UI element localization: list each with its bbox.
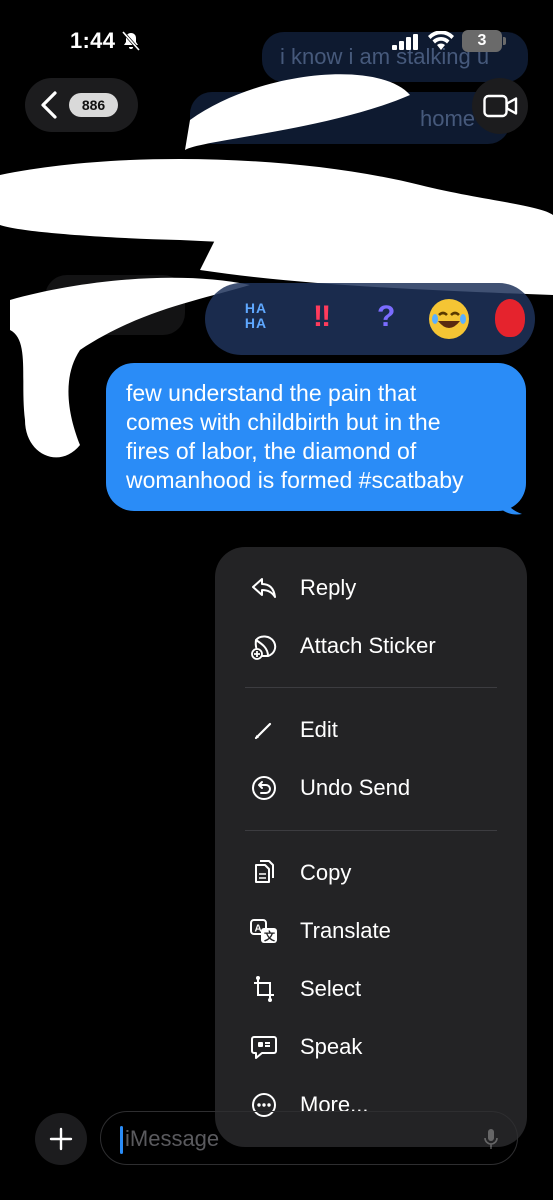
translate-icon: A 文 xyxy=(250,919,277,943)
microphone-icon[interactable] xyxy=(483,1128,499,1150)
menu-divider xyxy=(245,830,497,831)
pencil-icon xyxy=(254,722,272,740)
text-cursor xyxy=(120,1126,123,1154)
sent-message-bubble[interactable]: few understand the pain that comes with … xyxy=(106,363,526,511)
input-placeholder: iMessage xyxy=(125,1126,220,1151)
sticker-plus-icon xyxy=(251,635,277,660)
message-context-menu: Reply Attach Sticker Edit Undo Send Copy… xyxy=(215,547,527,1147)
bell-muted-icon xyxy=(121,31,141,51)
laugh-emoji-reaction[interactable] xyxy=(429,299,469,339)
copy-documents-icon xyxy=(255,860,274,883)
svg-text:文: 文 xyxy=(264,929,276,943)
menu-item-undo-send[interactable]: Undo Send xyxy=(215,761,527,815)
balloon-emoji-reaction[interactable] xyxy=(495,299,525,337)
menu-item-translate[interactable]: A 文 Translate xyxy=(215,904,527,958)
menu-label-speak: Speak xyxy=(300,1034,363,1059)
exclamation-reaction[interactable]: ‼ xyxy=(313,297,331,337)
facetime-video-button[interactable] xyxy=(472,78,528,134)
add-attachment-button[interactable] xyxy=(35,1113,87,1165)
message-text: few understand the pain that comes with … xyxy=(126,380,464,493)
undo-circle-icon xyxy=(252,776,276,800)
haha-reaction[interactable]: HA HA xyxy=(233,301,279,337)
background-message: home xyxy=(420,106,476,131)
imessage-input-field[interactable]: iMessage xyxy=(100,1111,518,1165)
menu-label-undo-send: Undo Send xyxy=(300,775,411,800)
menu-item-select[interactable]: Select xyxy=(215,962,527,1016)
tapback-reaction-bar: HA HA ‼ ? xyxy=(205,283,535,355)
back-button[interactable]: 886 xyxy=(25,78,138,132)
question-reaction[interactable]: ? xyxy=(377,297,395,337)
menu-label-copy: Copy xyxy=(300,860,352,885)
unread-count-badge: 886 xyxy=(69,93,118,117)
menu-item-reply[interactable]: Reply xyxy=(215,561,527,615)
video-camera-icon xyxy=(483,94,518,118)
menu-item-attach-sticker[interactable]: Attach Sticker xyxy=(215,619,527,673)
menu-label-attach-sticker: Attach Sticker xyxy=(300,633,436,658)
plus-icon xyxy=(49,1127,73,1151)
menu-label-translate: Translate xyxy=(300,918,391,943)
svg-text:A: A xyxy=(255,924,262,935)
reply-arrow-icon xyxy=(252,578,276,598)
bubble-tail xyxy=(500,490,522,515)
menu-divider xyxy=(245,687,497,688)
select-crop-icon xyxy=(254,976,274,1002)
menu-label-edit: Edit xyxy=(300,717,338,742)
battery-cap xyxy=(503,37,506,45)
menu-item-speak[interactable]: Speak xyxy=(215,1020,527,1074)
wifi-icon xyxy=(428,31,454,50)
menu-label-reply: Reply xyxy=(300,575,357,600)
background-bubble xyxy=(45,275,185,335)
status-time: 1:44 xyxy=(70,28,116,53)
menu-label-select: Select xyxy=(300,976,362,1001)
chevron-left-icon xyxy=(41,91,57,119)
speech-bubble-icon xyxy=(251,1036,277,1059)
cellular-signal-icon xyxy=(392,34,418,50)
menu-item-copy[interactable]: Copy xyxy=(215,846,527,900)
menu-item-edit[interactable]: Edit xyxy=(215,703,527,757)
background-message: i know i am stalking u xyxy=(280,44,490,69)
laughing-face-icon xyxy=(432,311,466,328)
battery-indicator: 3 xyxy=(462,30,502,52)
